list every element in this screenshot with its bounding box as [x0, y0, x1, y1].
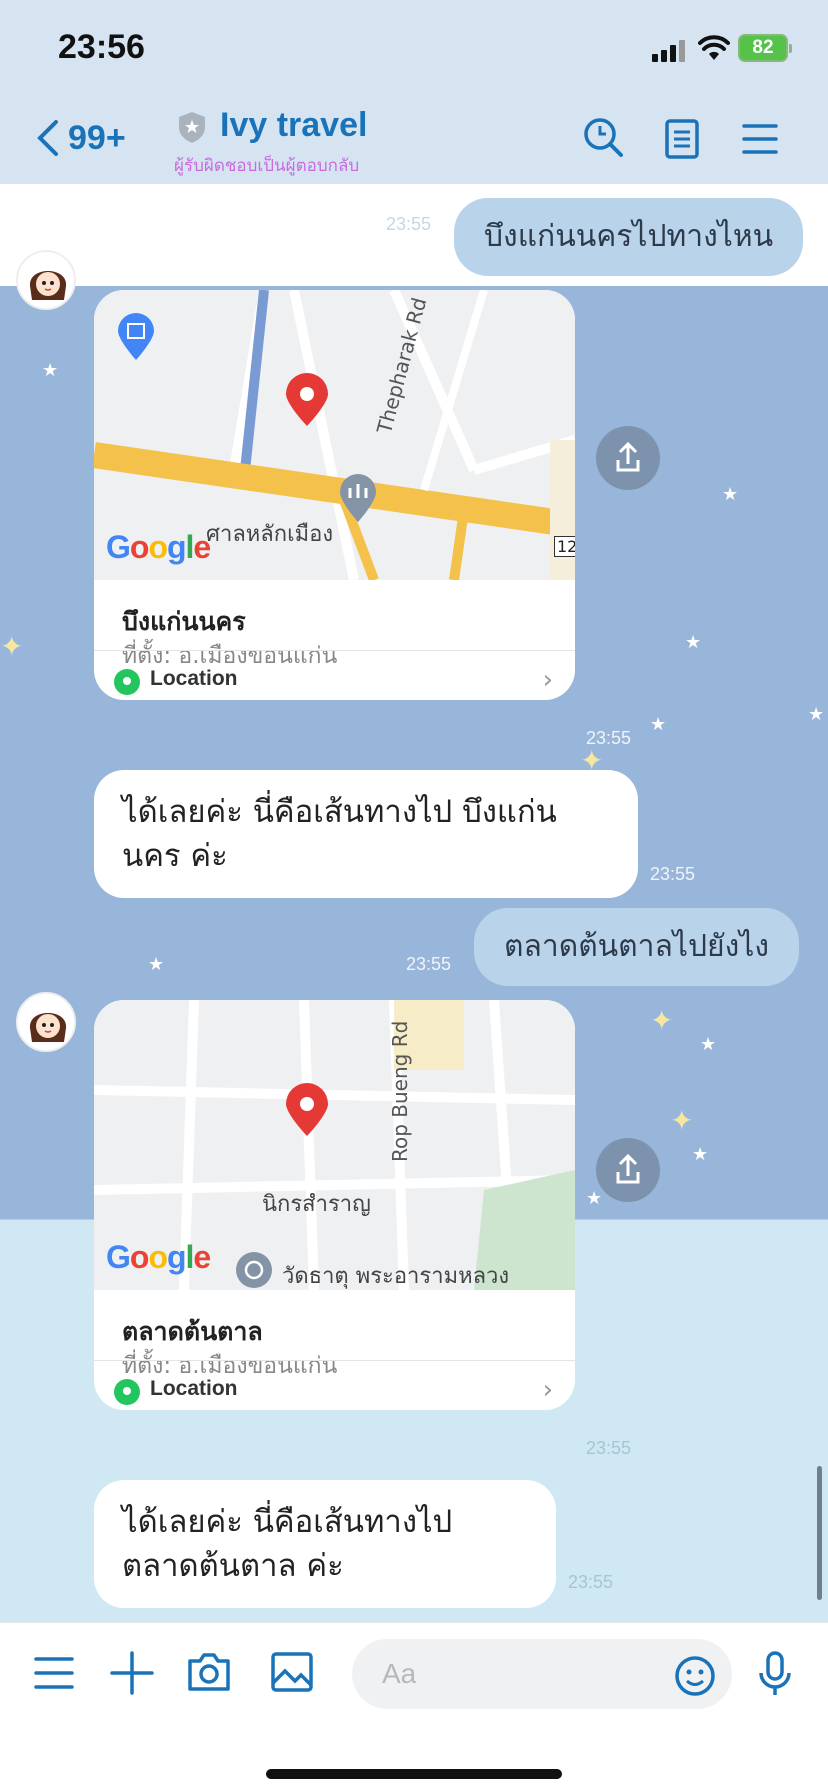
back-button[interactable]: 99+	[36, 118, 126, 158]
microphone-icon[interactable]	[758, 1651, 792, 1697]
outgoing-message[interactable]: ตลาดต้นตาลไปยังไง	[474, 908, 799, 986]
share-button[interactable]	[596, 1138, 660, 1202]
message-time: 23:55	[386, 214, 432, 234]
star-decoration: ★	[692, 1144, 709, 1165]
star-decoration: ★	[650, 714, 667, 735]
notes-icon[interactable]	[664, 118, 700, 160]
home-indicator	[266, 1769, 562, 1779]
message-time: 23:55	[568, 1572, 614, 1592]
star-decoration: ★	[685, 632, 702, 653]
temple-pin-icon	[236, 1252, 272, 1288]
location-link[interactable]: Location ›	[94, 1360, 575, 1410]
map-place-label: วัดธาตุ พระอารามหลวง	[282, 1264, 510, 1289]
place-name: บึงแก่นนคร	[122, 607, 246, 636]
sparkle-decoration: ✦	[650, 1004, 674, 1037]
message-time: 23:55	[586, 1438, 632, 1458]
chat-area[interactable]: ★ ★ ★ ★ ★ ★ ★ ★ ★ ✦ ✦ ✦ ✦ บึงแก่นนครไปทา…	[0, 184, 828, 1622]
incoming-message[interactable]: ได้เลยค่ะ นี่คือเส้นทางไป ตลาดต้นตาล ค่ะ	[94, 1480, 556, 1608]
message-time: 23:55	[650, 864, 696, 884]
map-preview[interactable]: Rop Bueng Rd นิกรสำราญ วัดธาตุ พระอารามห…	[94, 1000, 575, 1290]
scrollbar[interactable]	[817, 1466, 822, 1600]
avatar[interactable]	[16, 250, 76, 310]
map-pin-icon	[286, 1083, 328, 1136]
battery-icon: 82	[738, 34, 792, 62]
chat-subtitle: ผู้รับผิดชอบเป็นผู้ตอบกลับ	[174, 156, 360, 176]
girl-avatar-icon	[18, 252, 74, 308]
message-time: 23:55	[586, 728, 632, 748]
place-name: ตลาดต้นตาล	[122, 1317, 263, 1346]
wifi-icon	[698, 35, 730, 60]
chevron-right-icon: ›	[542, 1375, 553, 1405]
map-place-label: นิกรสำราญ	[262, 1192, 371, 1217]
google-logo: Google	[106, 529, 211, 565]
map-road-label: Rop Bueng Rd	[388, 1020, 412, 1162]
star-decoration: ★	[808, 704, 825, 725]
outgoing-message[interactable]: บึงแก่นนครไปทางไหน	[454, 198, 804, 276]
map-place-label: ศาลหลักเมือง	[206, 522, 334, 547]
location-card[interactable]: Rop Bueng Rd นิกรสำราญ วัดธาตุ พระอารามห…	[94, 1000, 575, 1410]
chat-title[interactable]: Ivy travel	[220, 106, 367, 145]
clock: 23:56	[58, 28, 145, 66]
input-bar	[0, 1622, 828, 1792]
shopping-pin-icon	[118, 313, 154, 360]
star-decoration: ★	[42, 360, 59, 381]
avatar[interactable]	[16, 992, 76, 1052]
chat-header: 99+ Ivy travel ผู้รับผิดชอบเป็นผู้ตอบกลั…	[0, 100, 828, 184]
chevron-left-icon	[37, 120, 58, 156]
share-button[interactable]	[596, 426, 660, 490]
plus-icon[interactable]	[110, 1651, 154, 1695]
signal-icon	[652, 40, 688, 62]
menu-icon[interactable]	[742, 122, 778, 156]
google-logo: Google	[106, 1239, 211, 1275]
location-pin-icon	[114, 669, 140, 695]
chevron-right-icon: ›	[542, 665, 553, 695]
search-icon[interactable]	[582, 116, 624, 158]
incoming-message[interactable]: ได้เลยค่ะ นี่คือเส้นทางไป บึงแก่นนคร ค่ะ	[94, 770, 638, 898]
emoji-icon[interactable]	[674, 1655, 716, 1697]
message-time: 23:55	[406, 954, 452, 974]
sparkle-decoration: ✦	[670, 1104, 694, 1137]
sparkle-decoration: ✦	[0, 630, 24, 663]
shield-icon	[179, 112, 205, 143]
girl-avatar-icon	[18, 994, 74, 1050]
location-pin-icon	[114, 1379, 140, 1405]
map-preview[interactable]: Thepharak Rd ศาลหลักเมือง 12 Google	[94, 290, 575, 580]
star-decoration: ★	[148, 954, 165, 975]
location-card[interactable]: Thepharak Rd ศาลหลักเมือง 12 Google บึงแ…	[94, 290, 575, 700]
share-icon	[616, 441, 640, 472]
image-icon[interactable]	[270, 1651, 314, 1693]
camera-icon[interactable]	[186, 1651, 232, 1693]
location-link[interactable]: Location ›	[94, 650, 575, 700]
unread-count: 99+	[68, 118, 126, 157]
location-label: Location	[150, 1377, 238, 1400]
status-bar: 23:56 82	[0, 0, 828, 100]
map-pin-icon	[286, 373, 328, 426]
star-decoration: ★	[722, 484, 739, 505]
star-decoration: ★	[700, 1034, 717, 1055]
map-route-badge: 12	[554, 536, 575, 557]
landmark-pin-icon	[340, 474, 376, 522]
menu-icon[interactable]	[34, 1655, 74, 1691]
share-icon	[616, 1153, 640, 1184]
location-label: Location	[150, 667, 238, 690]
